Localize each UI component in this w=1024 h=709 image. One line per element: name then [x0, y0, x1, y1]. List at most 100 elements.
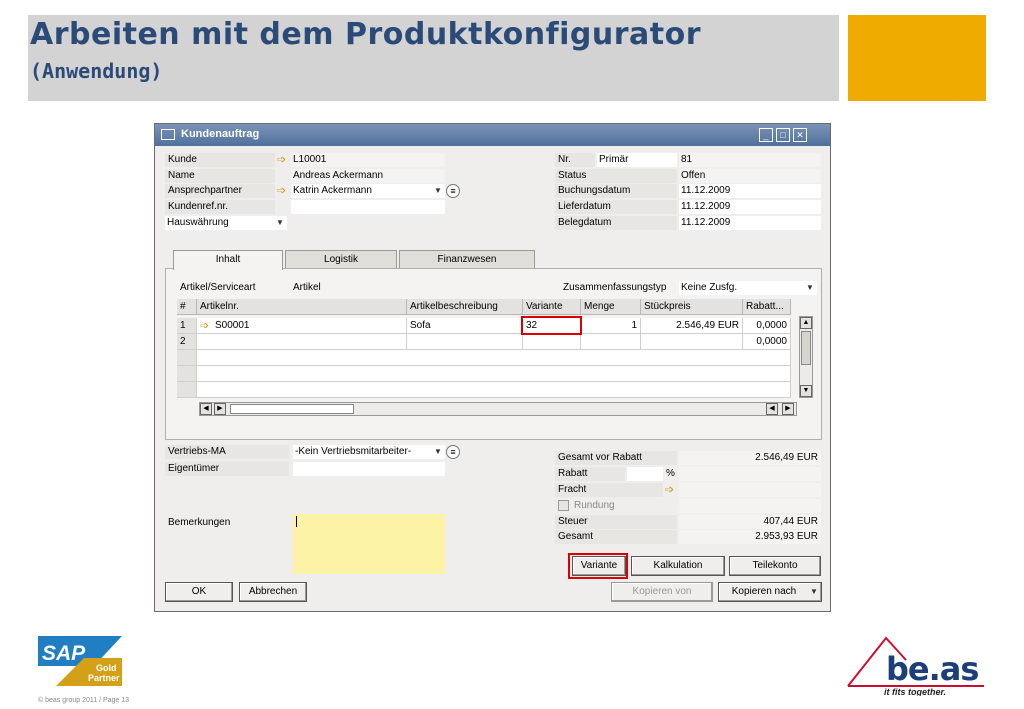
table-header[interactable]: Artikelbeschreibung	[407, 299, 523, 315]
kopieren-nach-button[interactable]: Kopieren nach	[718, 582, 822, 602]
window-title: Kundenauftrag	[181, 128, 260, 140]
gesamt-field[interactable]: 2.953,93 EUR	[679, 530, 821, 544]
chevron-down-icon[interactable]: ▼	[809, 585, 819, 599]
bemerkungen-textarea[interactable]	[293, 514, 445, 574]
kundenauftrag-window: Kundenauftrag _ □ ✕ Kunde ➩ L10001 Name …	[154, 123, 831, 612]
rabatt-cell[interactable]: 0,0000	[743, 318, 791, 334]
row-number[interactable]	[177, 350, 197, 366]
buchungsdatum-label: Buchungsdatum	[555, 184, 677, 198]
kalkulation-button[interactable]: Kalkulation	[631, 556, 725, 576]
chevron-down-icon[interactable]: ▼	[433, 445, 443, 459]
table-header[interactable]: Variante	[523, 299, 581, 315]
rabatt-cell[interactable]: 0,0000	[743, 334, 791, 350]
artikel-cell[interactable]	[197, 334, 407, 350]
beas-logo: be.as it fits together.	[847, 636, 984, 696]
close-button[interactable]: ✕	[793, 128, 807, 142]
nr-field[interactable]: 81	[679, 153, 821, 167]
belegdatum-field[interactable]: 11.12.2009	[679, 216, 821, 230]
serviceart-field[interactable]: Artikel	[291, 281, 445, 295]
scroll-left-icon[interactable]: ◀	[200, 403, 212, 415]
link-arrow-icon[interactable]: ➩	[200, 321, 212, 332]
lieferdatum-label: Lieferdatum	[555, 200, 677, 214]
table-row[interactable]	[197, 366, 791, 382]
kundenref-field[interactable]	[291, 200, 445, 214]
table-header[interactable]: Artikelnr.	[197, 299, 407, 315]
kopieren-von-button[interactable]: Kopieren von	[611, 582, 713, 602]
document-edit-icon	[161, 129, 175, 140]
rundung-checkbox[interactable]	[558, 500, 569, 511]
chevron-down-icon[interactable]: ▼	[805, 281, 815, 295]
tab-inhalt[interactable]: Inhalt	[173, 250, 283, 270]
beas-tagline: it fits together.	[884, 687, 946, 696]
eigentuemer-label: Eigentümer	[165, 462, 289, 476]
ansprechpartner-field[interactable]: Katrin Ackermann	[291, 184, 445, 198]
scroll-thumb[interactable]	[801, 331, 811, 365]
scroll-right-icon[interactable]: ▶	[214, 403, 226, 415]
scroll-thumb[interactable]	[230, 404, 354, 414]
nr-series-field[interactable]: Primär	[597, 153, 677, 167]
lieferdatum-field[interactable]: 11.12.2009	[679, 200, 821, 214]
serviceart-label: Artikel/Serviceart	[180, 282, 256, 293]
status-field[interactable]: Offen	[679, 169, 821, 183]
link-arrow-icon[interactable]: ➩	[277, 155, 289, 166]
preis-cell[interactable]	[641, 334, 743, 350]
chevron-down-icon[interactable]: ▼	[275, 216, 285, 230]
beschreibung-cell[interactable]	[407, 334, 523, 350]
list-icon[interactable]: ≡	[446, 445, 460, 459]
link-arrow-icon[interactable]: ➩	[277, 186, 289, 197]
waehrung-select[interactable]: Hauswährung	[165, 216, 287, 230]
artikel-cell[interactable]: S00001	[197, 318, 407, 334]
copyright-text: © beas group 2011 / Page 13	[38, 697, 130, 704]
fracht-field[interactable]	[679, 483, 821, 497]
scroll-up-icon[interactable]: ▲	[800, 317, 812, 329]
table-row[interactable]	[197, 382, 791, 398]
beas-logo-text: be.as	[886, 650, 978, 688]
rundung-field[interactable]	[679, 499, 821, 513]
chevron-down-icon[interactable]: ▼	[433, 184, 443, 198]
vertrieb-select[interactable]: -Kein Vertriebsmitarbeiter-	[293, 445, 445, 459]
abbrechen-button[interactable]: Abbrechen	[239, 582, 307, 602]
zusfg-select[interactable]: Keine Zusfg.	[679, 281, 817, 295]
sap-logo-text: SAP	[42, 642, 86, 665]
kundenref-label: Kundenref.nr.	[165, 200, 275, 214]
scroll-down-icon[interactable]: ▼	[800, 385, 812, 397]
table-header[interactable]: Stückpreis	[641, 299, 743, 315]
buchungsdatum-field[interactable]: 11.12.2009	[679, 184, 821, 198]
belegdatum-label: Belegdatum	[555, 216, 677, 230]
steuer-field[interactable]: 407,44 EUR	[679, 515, 821, 529]
window-titlebar[interactable]: Kundenauftrag _ □ ✕	[155, 124, 830, 146]
vertical-scrollbar[interactable]: ▲ ▼	[799, 316, 813, 398]
vor-rabatt-field[interactable]: 2.546,49 EUR	[679, 451, 821, 465]
slide-title: Arbeiten mit dem Produktkonfigurator	[30, 17, 702, 52]
rabatt-pct-field[interactable]	[627, 467, 663, 481]
rabatt-field[interactable]	[679, 467, 821, 481]
maximize-button[interactable]: □	[776, 128, 790, 142]
row-number[interactable]: 2	[177, 334, 197, 350]
tab-finanzwesen[interactable]: Finanzwesen	[399, 250, 535, 269]
ok-button[interactable]: OK	[165, 582, 233, 602]
row-number[interactable]	[177, 366, 197, 382]
menge-cell[interactable]	[581, 334, 641, 350]
beschreibung-cell[interactable]: Sofa	[407, 318, 523, 334]
horizontal-scrollbar[interactable]: ◀ ▶ ◀ ▶	[199, 402, 797, 416]
minimize-button[interactable]: _	[759, 128, 773, 142]
row-number[interactable]: 1	[177, 318, 197, 334]
table-header[interactable]: #	[177, 299, 197, 315]
teilekonto-button[interactable]: Teilekonto	[729, 556, 821, 576]
variante-cell[interactable]	[523, 334, 581, 350]
preis-cell[interactable]: 2.546,49 EUR	[641, 318, 743, 334]
scroll-right-icon[interactable]: ▶	[782, 403, 794, 415]
menge-cell[interactable]: 1	[581, 318, 641, 334]
eigentuemer-field[interactable]	[293, 462, 445, 476]
table-row[interactable]	[197, 350, 791, 366]
link-arrow-icon[interactable]: ➩	[665, 485, 677, 496]
tab-logistik[interactable]: Logistik	[285, 250, 397, 269]
scroll-left-icon[interactable]: ◀	[766, 403, 778, 415]
kunde-field[interactable]: L10001	[291, 153, 445, 167]
name-field[interactable]: Andreas Ackermann	[291, 169, 445, 183]
table-header[interactable]: Menge	[581, 299, 641, 315]
table-header[interactable]: Rabatt...	[743, 299, 791, 315]
row-number[interactable]	[177, 382, 197, 398]
fracht-label: Fracht	[555, 483, 663, 497]
list-icon[interactable]: ≡	[446, 184, 460, 198]
